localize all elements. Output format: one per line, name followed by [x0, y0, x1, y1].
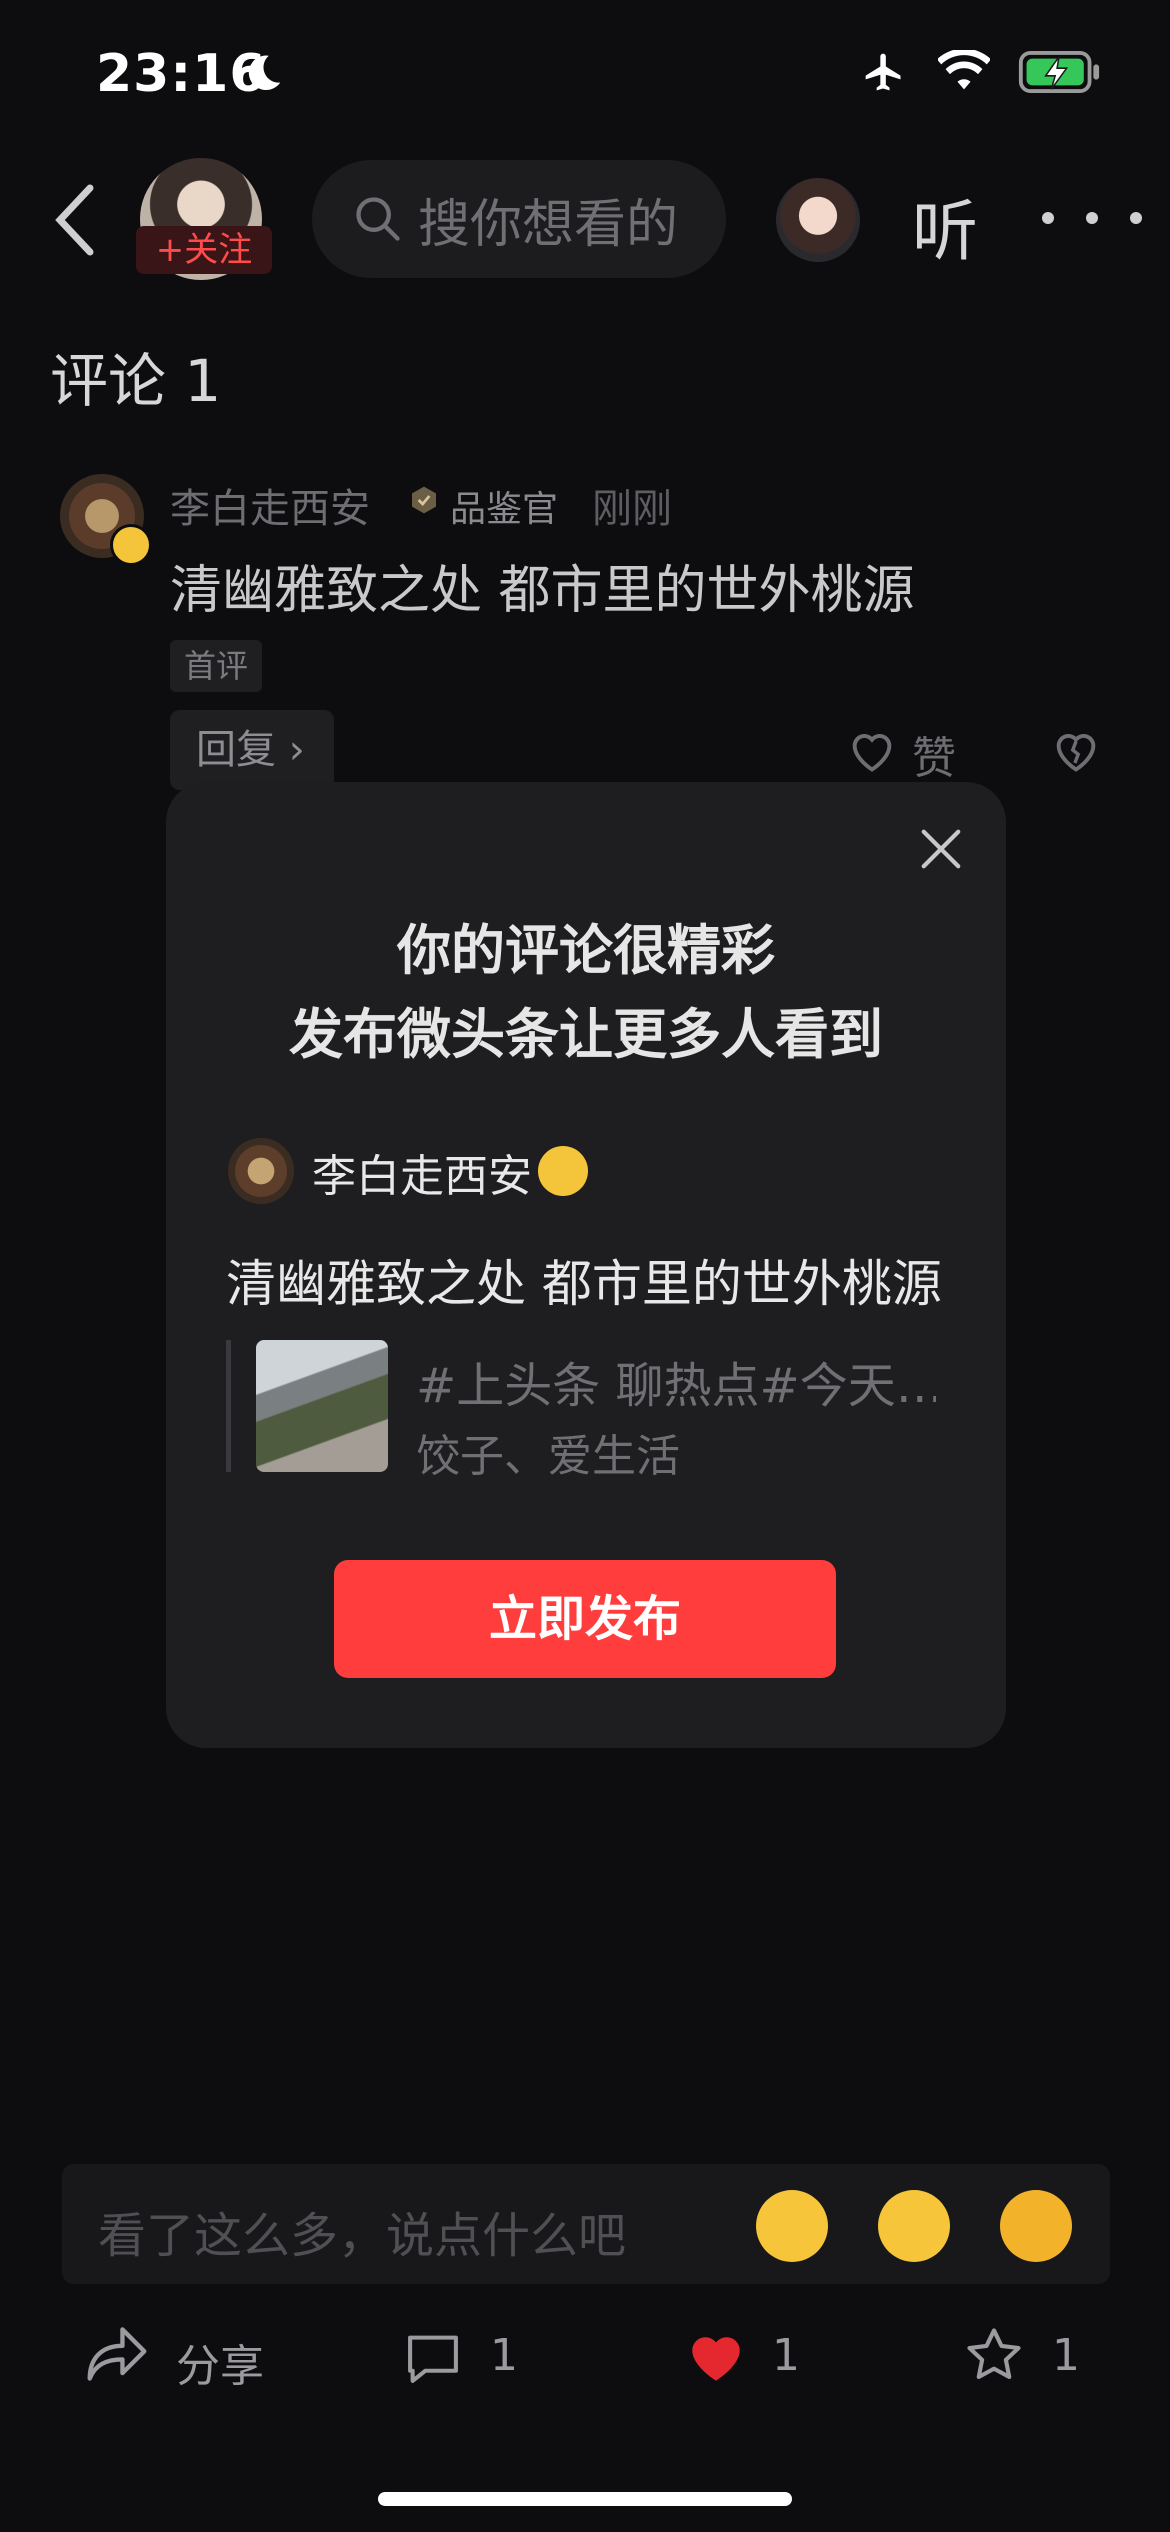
share-label[interactable]: 分享 [176, 2330, 264, 2394]
close-icon[interactable] [918, 826, 964, 872]
connoisseur-badge-icon [412, 486, 436, 514]
more-icon[interactable] [1040, 210, 1144, 226]
search-placeholder: 搜你想看的 [418, 194, 679, 255]
star-icon[interactable] [962, 2324, 1026, 2386]
avatar [228, 1138, 294, 1204]
dialog-title-line1: 你的评论很精彩 [397, 919, 775, 982]
home-indicator[interactable] [378, 2492, 792, 2506]
wifi-icon [938, 50, 990, 90]
gold-badge-icon [538, 1146, 588, 1196]
dislike-icon[interactable] [1050, 726, 1102, 774]
favorite-count: 1 [1052, 2330, 1080, 2381]
comment-time: 刚刚 [592, 486, 672, 532]
comment-role: 品鉴官 [450, 489, 559, 530]
quoted-post-author: 饺子、爱生活 [416, 1431, 680, 1482]
emoji-crying-laughing-icon[interactable] [756, 2190, 828, 2262]
comment-input-placeholder: 看了这么多，说点什么吧 [98, 2208, 627, 2264]
dialog-title-line2: 发布微头条让更多人看到 [289, 1003, 883, 1066]
moon-icon [248, 55, 281, 91]
comments-title: 评论 1 [50, 347, 222, 415]
heart-icon[interactable] [684, 2328, 748, 2386]
comment-count: 1 [490, 2330, 518, 2381]
emoji-laughing-icon[interactable] [1000, 2190, 1072, 2262]
heart-icon[interactable] [846, 726, 898, 774]
emoji-grin-icon[interactable] [878, 2190, 950, 2262]
quoted-post-title: #上头条 聊热点#今天… [416, 1358, 936, 1414]
comment-text: 清幽雅致之处 都市里的世外桃源 [170, 561, 915, 621]
like-count: 1 [772, 2330, 800, 2381]
status-icons [858, 50, 1100, 94]
reply-button[interactable]: 回复 › [170, 710, 334, 790]
chevron-right-icon: › [288, 727, 305, 773]
search-bar[interactable]: 搜你想看的 [312, 160, 726, 278]
battery-charging-icon [1018, 51, 1100, 93]
publish-button[interactable]: 立即发布 [334, 1560, 836, 1678]
share-icon[interactable] [84, 2324, 150, 2384]
verified-badge-icon [110, 524, 152, 566]
dialog-comment-text: 清幽雅致之处 都市里的世外桃源 [226, 1255, 942, 1313]
airplane-icon [865, 53, 901, 91]
first-comment-tag: 首评 [170, 640, 263, 692]
follow-button[interactable]: +关注 [136, 226, 272, 274]
listen-avatar[interactable] [776, 178, 860, 262]
search-icon [356, 197, 400, 241]
comment-icon[interactable] [402, 2330, 464, 2386]
dialog-username: 李白走西安 [312, 1151, 532, 1202]
listen-button[interactable]: 听 [912, 178, 978, 274]
back-icon[interactable] [50, 180, 100, 260]
like-label[interactable]: 赞 [912, 722, 956, 786]
quoted-post-thumbnail [256, 1340, 388, 1472]
reply-label: 回复 [196, 727, 276, 773]
comment-username[interactable]: 李白走西安 [170, 476, 370, 534]
quote-divider [226, 1340, 231, 1472]
